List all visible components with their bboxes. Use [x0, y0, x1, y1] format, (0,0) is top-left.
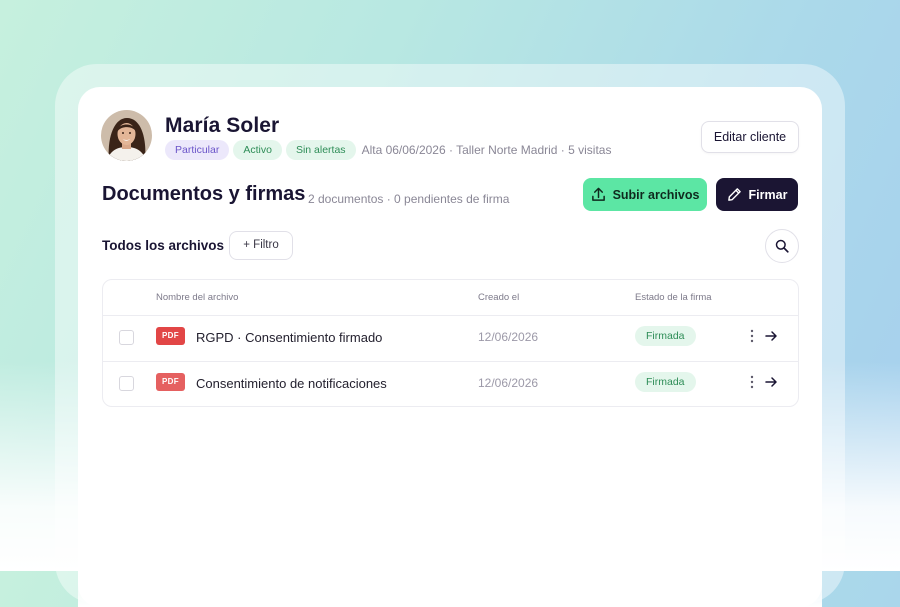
search-icon [775, 239, 789, 253]
signature-status-badge: Firmada [635, 372, 696, 392]
panel-bottom-fade [78, 537, 822, 607]
sign-button[interactable]: Firmar [716, 178, 798, 211]
created-date: 12/06/2026 [478, 330, 539, 344]
client-badges: Particular Activo Sin alertas Alta 06/06… [165, 140, 611, 160]
files-table: Nombre del archivo Creado el Estado de l… [102, 279, 799, 407]
arrow-right-icon[interactable] [764, 328, 778, 344]
client-name: María Soler [165, 114, 280, 137]
section-title: Documentos y firmas [102, 183, 306, 205]
search-button[interactable] [765, 229, 799, 263]
column-header-created: Creado el [478, 292, 520, 303]
all-files-label: Todos los archivos [102, 238, 225, 253]
file-name[interactable]: RGPD · Consentimiento firmado [196, 330, 382, 345]
badge-sin-alertas: Sin alertas [285, 140, 356, 160]
badge-activo: Activo [233, 140, 282, 160]
created-date: 12/06/2026 [478, 376, 539, 390]
row-checkbox[interactable] [119, 376, 134, 391]
table-row[interactable]: PDF RGPD · Consentimiento firmado 12/06/… [103, 316, 798, 362]
upload-icon [591, 187, 605, 201]
filter-button[interactable]: + Filtro [229, 231, 293, 260]
section-meta: 2 documentos · 0 pendientes de firma [308, 192, 510, 206]
column-header-name: Nombre del archivo [156, 292, 239, 303]
pdf-file-icon: PDF [156, 327, 185, 345]
column-header-status: Estado de la firma [635, 292, 712, 303]
more-options-icon[interactable] [748, 374, 756, 390]
upload-files-button[interactable]: Subir archivos [583, 178, 707, 211]
badge-particular: Particular [165, 140, 230, 160]
pencil-icon [727, 188, 741, 201]
file-name[interactable]: Consentimiento de notificaciones [196, 376, 387, 391]
table-header: Nombre del archivo Creado el Estado de l… [103, 280, 798, 316]
sign-label: Firmar [748, 187, 788, 202]
upload-files-label: Subir archivos [612, 187, 700, 202]
avatar-portrait-icon [101, 110, 152, 161]
row-checkbox[interactable] [119, 330, 134, 345]
pdf-file-icon: PDF [156, 373, 185, 391]
more-options-icon[interactable] [748, 328, 756, 344]
avatar [101, 110, 152, 161]
signature-status-badge: Firmada [635, 326, 696, 346]
table-row[interactable]: PDF Consentimiento de notificaciones 12/… [103, 362, 798, 407]
arrow-right-icon[interactable] [764, 374, 778, 390]
client-meta: Alta 06/06/2026 · Taller Norte Madrid · … [361, 143, 612, 157]
edit-client-button[interactable]: Editar cliente [701, 121, 799, 153]
